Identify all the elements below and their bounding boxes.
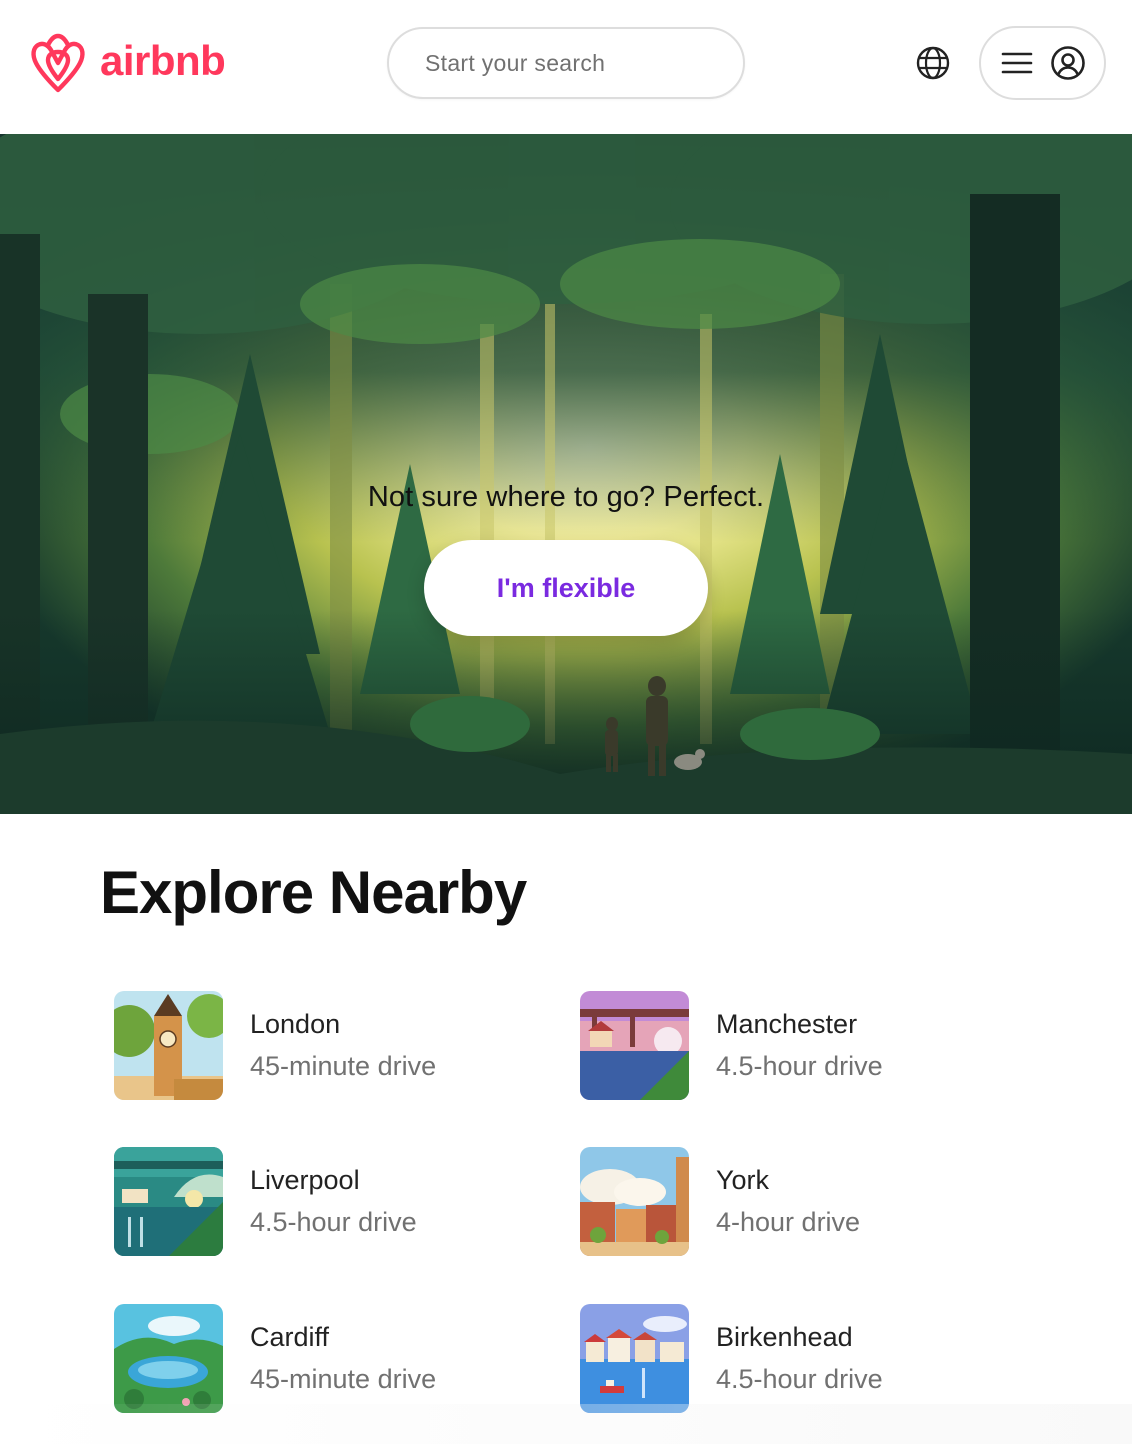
drive-time: 45-minute drive — [250, 1363, 437, 1394]
birkenhead-thumbnail — [580, 1304, 689, 1413]
explore-item-liverpool[interactable]: Liverpool 4.5-hour drive — [114, 1147, 417, 1256]
im-flexible-button[interactable]: I'm flexible — [424, 540, 708, 636]
city-name: Liverpool — [250, 1164, 360, 1195]
language-button[interactable] — [912, 42, 954, 84]
london-thumbnail — [114, 991, 223, 1100]
user-menu-button[interactable] — [979, 26, 1106, 100]
drive-time: 45-minute drive — [250, 1050, 437, 1081]
airbnb-logo[interactable]: airbnb — [26, 28, 226, 98]
explore-item-york[interactable]: York 4-hour drive — [580, 1147, 860, 1256]
city-name: Birkenhead — [716, 1321, 853, 1352]
explore-item-london[interactable]: London 45-minute drive — [114, 991, 436, 1100]
airbnb-logo-icon — [31, 33, 85, 93]
liverpool-thumbnail — [114, 1147, 223, 1256]
search-bar[interactable]: Start your search — [387, 27, 745, 99]
user-circle-icon — [1051, 46, 1085, 80]
hamburger-icon — [1001, 52, 1033, 74]
city-name: London — [250, 1008, 341, 1039]
search-placeholder: Start your search — [425, 49, 606, 76]
manchester-thumbnail — [580, 991, 689, 1100]
forest-illustration — [0, 134, 1132, 814]
explore-nearby-title: Explore Nearby — [100, 859, 527, 926]
globe-icon — [916, 46, 950, 80]
drive-time: 4-hour drive — [716, 1206, 861, 1237]
drive-time: 4.5-hour drive — [716, 1363, 883, 1394]
explore-item-cardiff[interactable]: Cardiff 45-minute drive — [114, 1304, 436, 1413]
city-name: Manchester — [716, 1008, 858, 1039]
explore-item-manchester[interactable]: Manchester 4.5-hour drive — [580, 991, 883, 1100]
brand-name: airbnb — [100, 37, 226, 84]
city-name: Cardiff — [250, 1321, 330, 1352]
hero-banner: Not sure where to go? Perfect. I'm flexi… — [0, 134, 1132, 814]
drive-time: 4.5-hour drive — [250, 1206, 417, 1237]
cardiff-thumbnail — [114, 1304, 223, 1413]
drive-time: 4.5-hour drive — [716, 1050, 883, 1081]
city-name: York — [716, 1164, 770, 1195]
hero-tagline: Not sure where to go? Perfect. — [367, 481, 765, 513]
top-header: airbnb Start your search — [0, 0, 1132, 134]
explore-item-birkenhead[interactable]: Birkenhead 4.5-hour drive — [580, 1304, 883, 1413]
york-thumbnail — [580, 1147, 689, 1256]
